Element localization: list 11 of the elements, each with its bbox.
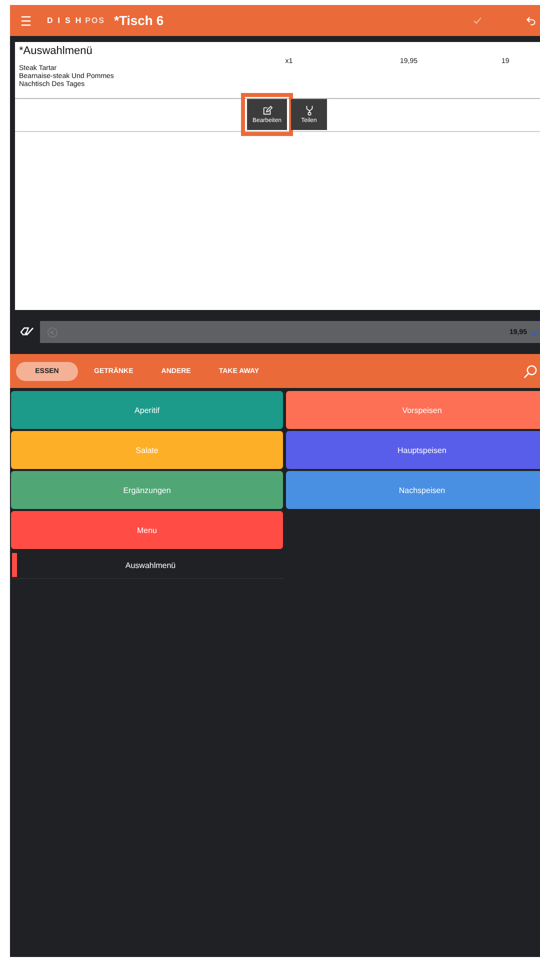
table-title: *Tisch 6 xyxy=(114,13,164,28)
product-item[interactable]: Auswahlmenü xyxy=(17,560,284,570)
item-name: *Auswahlmenü xyxy=(19,45,94,57)
category-button[interactable]: Salate xyxy=(11,431,283,469)
category-button[interactable]: Ergänzungen xyxy=(11,471,283,509)
category-button[interactable]: Aperitif xyxy=(11,391,283,429)
category-button[interactable]: Nachspeisen xyxy=(286,471,540,509)
category-button[interactable]: Vorspeisen xyxy=(286,391,540,429)
category-button[interactable]: Hauptspeisen xyxy=(286,431,540,469)
category-button[interactable]: Menu xyxy=(11,511,283,549)
app-logo: DISH POS xyxy=(47,16,106,25)
